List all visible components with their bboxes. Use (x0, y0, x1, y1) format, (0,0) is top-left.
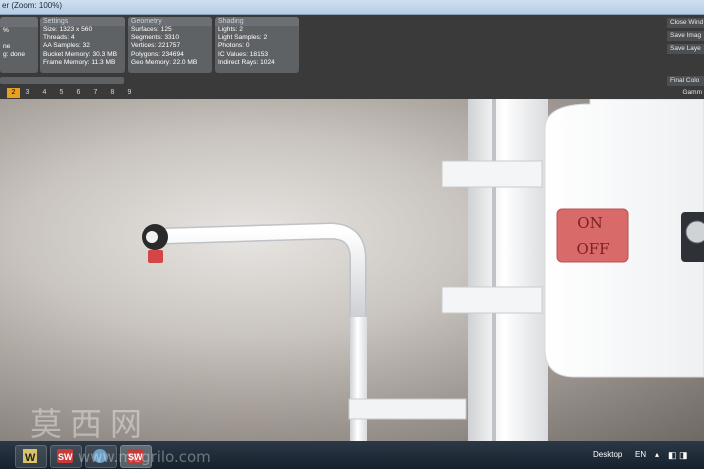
switch-on-label: ON (577, 214, 602, 232)
geometry-panel-title: Geometry (128, 17, 212, 26)
watermark-url: www.mcgrilo.com (78, 448, 211, 466)
final-color-button[interactable]: Final Colo (667, 76, 704, 86)
geometry-vertices: Vertices: 221757 (131, 42, 181, 50)
settings-frame-memory: Frame Memory: 11.3 MB (43, 58, 116, 66)
watermark-text: 莫西网 (30, 405, 151, 441)
shading-photons: Photons: 0 (218, 42, 250, 50)
settings-threads: Threads: 4 (43, 34, 75, 42)
window-title: er (Zoom: 100%) (2, 1, 63, 10)
geometry-memory: Geo Memory: 22.0 MB (131, 58, 198, 66)
page-button[interactable]: 5 (55, 88, 68, 98)
shading-panel: Shading Lights: 2 Light Samples: 2 Photo… (215, 17, 299, 73)
settings-panel: Settings Size: 1323 x 560 Threads: 4 AA … (40, 17, 125, 73)
page-button[interactable]: 9 (123, 88, 136, 98)
page-button[interactable]: 8 (106, 88, 119, 98)
tray-icons[interactable]: ◧ ◨ (668, 450, 688, 461)
stats-row: g: done (3, 51, 25, 59)
settings-aa-samples: AA Samples: 32 (43, 42, 90, 50)
arm-bend-shadow (164, 222, 367, 317)
geometry-segments: Segments: 3310 (131, 34, 180, 42)
settings-panel-title: Settings (40, 17, 125, 26)
shading-panel-title: Shading (215, 17, 299, 26)
geometry-polygons: Polygons: 234694 (131, 50, 184, 58)
taskbar-app-word[interactable]: W (15, 445, 47, 468)
tray-expand-icon[interactable]: ▴ (655, 450, 659, 459)
arm-vertical-pipe (350, 317, 367, 441)
shading-ic-values: IC Values: 18153 (218, 50, 269, 58)
page-button[interactable]: 4 (38, 88, 51, 98)
shading-lights: Lights: 2 (218, 26, 243, 33)
nozzle-tip (148, 250, 163, 263)
stats-row: % (3, 27, 9, 34)
arm-clamp (348, 398, 467, 420)
render-progress-bar (0, 77, 124, 84)
save-layers-button[interactable]: Save Laye (667, 44, 704, 54)
settings-size: Size: 1323 x 560 (43, 26, 93, 33)
render-stats-bar: % ne g: done Settings Size: 1323 x 560 T… (0, 15, 704, 99)
lower-bracket (441, 286, 543, 314)
settings-bucket-memory: Bucket Memory: 30.3 MB (43, 50, 118, 58)
main-pole (468, 99, 548, 441)
page-button-active[interactable]: 2 (7, 88, 20, 98)
gamma-button[interactable]: Gamm (665, 88, 704, 98)
geometry-panel: Geometry Surfaces: 125 Segments: 3310 Ve… (128, 17, 212, 73)
page-button[interactable]: 7 (89, 88, 102, 98)
solidworks-icon: SW (57, 449, 73, 463)
word-icon: W (23, 449, 37, 464)
svg-text:SW: SW (58, 452, 73, 462)
taskbar: W SW SW www.mcgrilo.com Desktop EN ▴ ◧ ◨ (0, 441, 704, 469)
page-button[interactable]: 6 (72, 88, 85, 98)
switch-off-label: OFF (576, 240, 609, 258)
desktop-toolbar-label[interactable]: Desktop (593, 450, 622, 459)
nozzle-face (146, 231, 158, 243)
stats-row: ne (3, 43, 11, 51)
geometry-surfaces: Surfaces: 125 (131, 26, 172, 33)
save-image-button[interactable]: Save Imag (667, 31, 704, 41)
meter-dial (685, 220, 704, 244)
window-titlebar: er (Zoom: 100%) (0, 0, 704, 15)
language-indicator[interactable]: EN (635, 450, 646, 459)
close-window-button[interactable]: Close Wind (667, 18, 704, 28)
rendered-scene: ON OFF (142, 99, 704, 441)
stats-panel-partial: % ne g: done (0, 17, 38, 73)
page-button[interactable]: 3 (21, 88, 34, 98)
upper-bracket (441, 160, 543, 188)
pole-shadow (492, 99, 496, 441)
arm-pipe (164, 223, 365, 317)
shading-light-samples: Light Samples: 2 (218, 34, 268, 42)
svg-text:W: W (25, 452, 36, 464)
render-viewport[interactable]: ON OFF 莫西网 (0, 99, 704, 441)
shading-indirect-rays: Indirect Rays: 1024 (218, 58, 275, 66)
